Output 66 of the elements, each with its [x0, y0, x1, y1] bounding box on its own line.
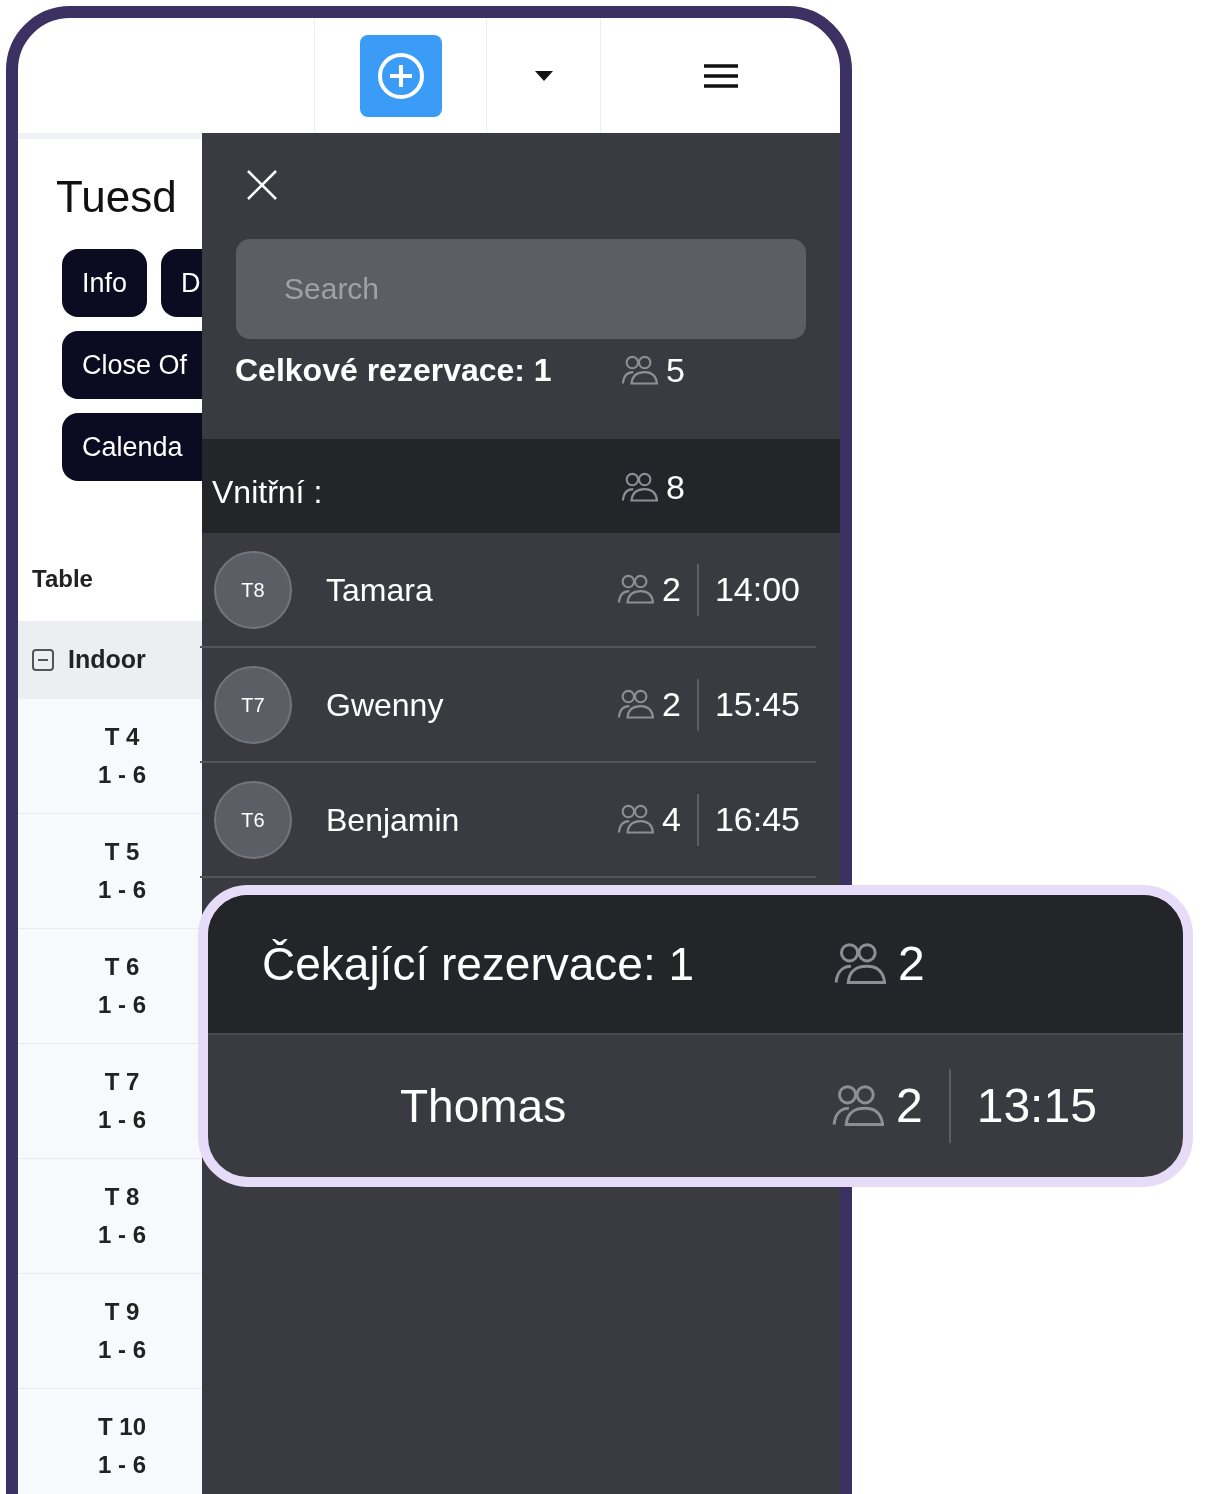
table-name: T 6 [104, 952, 140, 982]
search-field[interactable]: Search [236, 239, 806, 339]
guest-name: Tamara [326, 570, 434, 610]
table-capacity: 1 - 6 [98, 990, 146, 1020]
people-icon [620, 354, 658, 386]
table-header: Table [31, 564, 94, 594]
guest-count: 4 [662, 799, 681, 840]
table-row[interactable]: T 8 1 - 6 [18, 1159, 202, 1274]
people-icon [616, 574, 654, 605]
table-badge: T7 [214, 665, 292, 744]
guest-count: 2 [896, 1078, 923, 1134]
guest-name: Benjamin [326, 800, 461, 840]
table-capacity: 1 - 6 [98, 1105, 146, 1135]
people-icon [616, 689, 654, 720]
action-button[interactable]: Calenda [62, 413, 202, 481]
reservation-row[interactable]: T7 Gwenny 2 15:45 [200, 648, 816, 763]
reservation-row[interactable]: T6 Benjamin 4 16:45 [200, 763, 816, 878]
waiting-label: Čekající rezervace: 1 [262, 936, 696, 992]
waiting-reservation-row[interactable]: Thomas 2 13:15 [208, 1035, 1183, 1177]
guest-name: Thomas [400, 1078, 568, 1134]
table-capacity: 1 - 6 [98, 760, 146, 790]
reservation-time: 13:15 [976, 1078, 1097, 1134]
action-button[interactable]: Close Of [62, 331, 202, 399]
table-row[interactable]: T 5 1 - 6 [18, 814, 202, 929]
caret-icon [534, 70, 553, 81]
menu-icon [703, 62, 738, 89]
reservation-row[interactable]: T8 Tamara 2 14:00 [200, 533, 816, 648]
table-row[interactable]: T 10 1 - 6 [18, 1389, 202, 1494]
table-badge: T6 [214, 780, 292, 859]
total-reservations-label: Celkové rezervace: 1 [235, 351, 553, 390]
people-icon [830, 1084, 884, 1128]
table-name: T 8 [104, 1182, 140, 1212]
add-button[interactable] [359, 34, 442, 117]
table-name: T 9 [104, 1297, 140, 1327]
table-capacity: 1 - 6 [98, 1335, 146, 1365]
table-name: T 5 [104, 837, 140, 867]
day-title: Tuesd [55, 171, 178, 219]
action-button[interactable]: Info [62, 249, 148, 317]
guest-count: 2 [898, 936, 925, 992]
group-label: Indoor [68, 644, 146, 676]
table-badge: T8 [214, 550, 292, 629]
group-row[interactable]: Indoor [18, 621, 202, 699]
guest-count: 5 [666, 349, 685, 391]
action-button[interactable]: D [161, 249, 202, 317]
reservation-time: 16:45 [714, 799, 800, 840]
reservation-time: 14:00 [714, 569, 800, 610]
people-icon [616, 804, 654, 835]
table-row[interactable]: T 4 1 - 6 [18, 699, 202, 814]
table-row[interactable]: T 7 1 - 6 [18, 1044, 202, 1159]
close-icon [246, 169, 278, 201]
table-row[interactable]: T 9 1 - 6 [18, 1274, 202, 1389]
guest-count: 8 [666, 466, 685, 508]
table-name: T 10 [98, 1412, 146, 1442]
table-capacity: 1 - 6 [98, 1450, 146, 1480]
people-icon [620, 471, 658, 503]
table-name: T 7 [104, 1067, 140, 1097]
table-name: T 4 [104, 722, 140, 752]
plus-circle-icon [375, 50, 426, 101]
table-capacity: 1 - 6 [98, 875, 146, 905]
reservation-time: 15:45 [714, 684, 800, 725]
guest-count: 2 [662, 684, 681, 725]
table-capacity: 1 - 6 [98, 1220, 146, 1250]
guest-name: Gwenny [326, 685, 445, 725]
section-label: Vnitřní : [212, 473, 324, 512]
guest-count: 2 [662, 569, 681, 610]
people-icon [832, 942, 886, 986]
